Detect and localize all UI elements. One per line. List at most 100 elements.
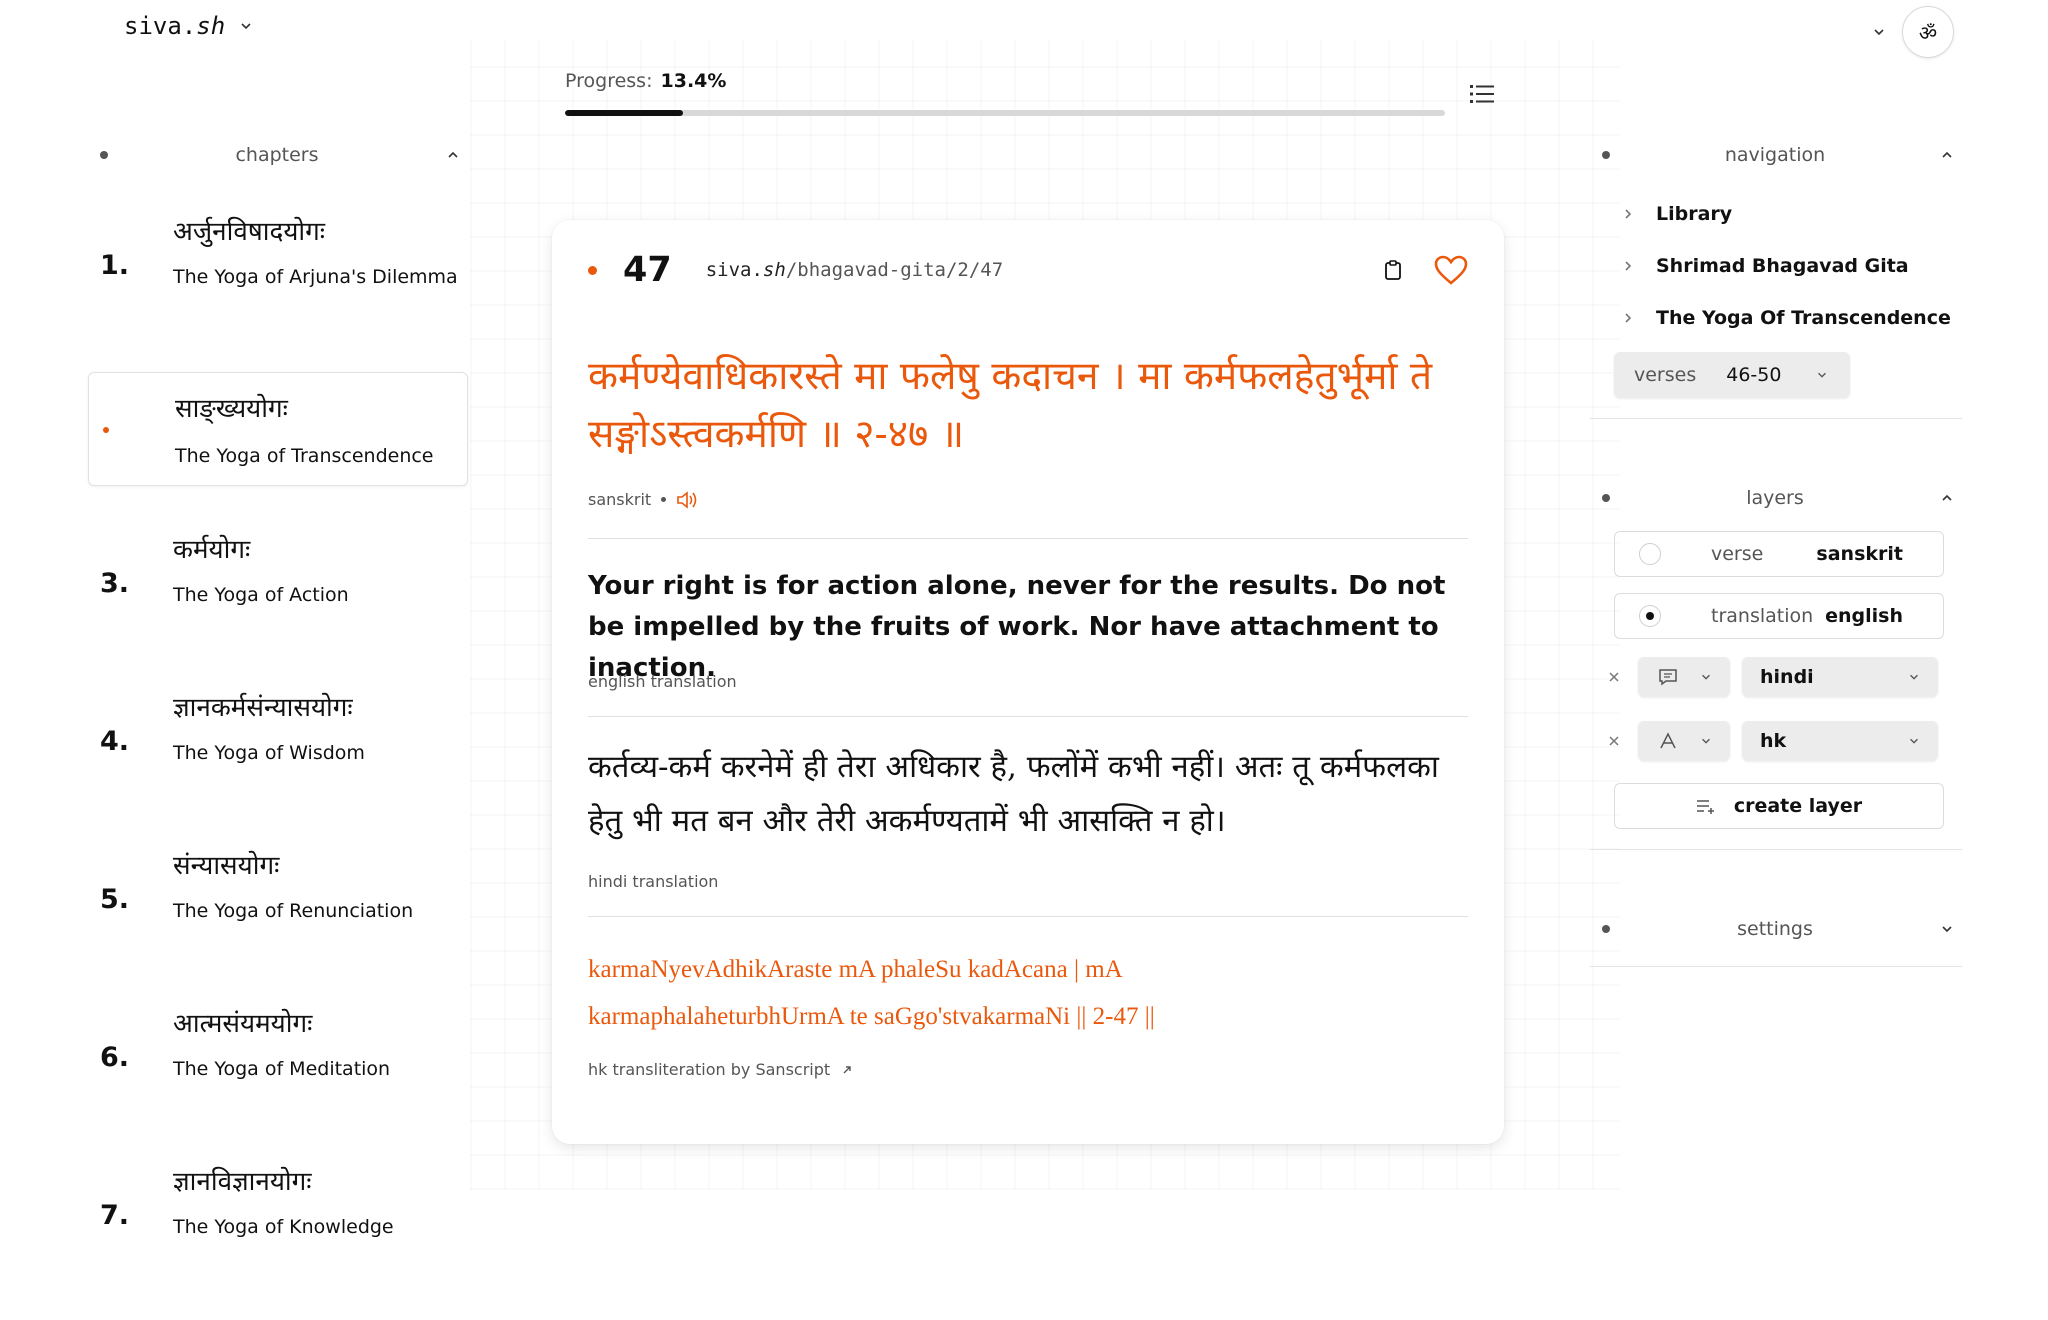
layer-script-select[interactable]: hk bbox=[1742, 721, 1938, 761]
layer-type-select[interactable] bbox=[1638, 721, 1730, 761]
chapter-item[interactable]: 5. संन्यासयोगः The Yoga of Renunciation bbox=[88, 846, 468, 1004]
progress-bar bbox=[565, 110, 1445, 116]
radio-button-selected[interactable] bbox=[1639, 605, 1661, 627]
section-dot-icon bbox=[1602, 494, 1610, 502]
chapter-sanskrit-title: अर्जुनविषादयोगः bbox=[173, 217, 326, 247]
chevron-down-icon bbox=[1702, 674, 1710, 680]
chapter-item[interactable]: 1. अर्जुनविषादयोगः The Yoga of Arjuna's … bbox=[88, 212, 468, 370]
heart-icon[interactable] bbox=[1434, 255, 1468, 285]
breadcrumb-item[interactable]: Library bbox=[1590, 188, 1962, 240]
speaker-icon[interactable] bbox=[676, 490, 698, 509]
chapter-item[interactable]: 6. आत्मसंयमयोगः The Yoga of Meditation bbox=[88, 1004, 468, 1162]
verse-url[interactable]: siva.sh/bhagavad-gita/2/47 bbox=[706, 259, 1003, 281]
divider bbox=[588, 716, 1468, 717]
chapter-number: 5. bbox=[100, 884, 130, 915]
chapter-sanskrit-title: ज्ञानकर्मसंन्यासयोगः bbox=[173, 693, 353, 723]
chapter-english-title: The Yoga of Action bbox=[173, 584, 349, 606]
divider bbox=[1590, 966, 1962, 967]
english-translation: Your right is for action alone, never fo… bbox=[588, 571, 1446, 683]
chapter-sanskrit-title: ज्ञानविज्ञानयोगः bbox=[173, 1167, 312, 1197]
brand-menu[interactable]: siva.sh bbox=[124, 12, 253, 40]
chapter-sanskrit-title: आत्मसंयमयोगः bbox=[173, 1009, 313, 1039]
breadcrumb-item[interactable]: The Yoga Of Transcendence bbox=[1590, 292, 1962, 344]
chevron-down-icon[interactable] bbox=[1872, 25, 1886, 39]
divider bbox=[588, 538, 1468, 539]
layers-section: layers verse sanskrit translation englis… bbox=[1590, 481, 1962, 850]
chevron-up-icon bbox=[1942, 151, 1952, 158]
navigation-header[interactable]: navigation bbox=[1590, 138, 1962, 172]
layer-row-verse[interactable]: verse sanskrit bbox=[1614, 531, 1944, 577]
chapter-item-active[interactable]: 2. साङ्ख्ययोगः The Yoga of Transcendence bbox=[88, 372, 468, 486]
chevron-right-icon bbox=[1625, 261, 1632, 271]
chapter-english-title: The Yoga of Arjuna's Dilemma bbox=[173, 266, 458, 288]
close-icon[interactable] bbox=[1602, 671, 1626, 683]
chapter-number: 1. bbox=[100, 250, 130, 281]
create-layer-button[interactable]: create layer bbox=[1614, 783, 1944, 829]
navigation-title: navigation bbox=[1724, 144, 1826, 166]
progress-bar-fill bbox=[565, 110, 683, 116]
active-dot-icon bbox=[103, 427, 109, 433]
sanskrit-caption: sanskrit bbox=[588, 490, 698, 509]
sanskrit-verse: कर्मण्येवाधिकारस्ते मा फलेषु कदाचन । मा … bbox=[588, 354, 1433, 457]
om-icon: ॐ bbox=[1918, 20, 1938, 45]
close-icon[interactable] bbox=[1602, 735, 1626, 747]
chapter-item[interactable]: 7. ज्ञानविज्ञानयोगः The Yoga of Knowledg… bbox=[88, 1162, 468, 1320]
layer-control-hk: hk bbox=[1590, 719, 1962, 763]
chapters-header[interactable]: chapters bbox=[88, 138, 468, 172]
layer-type-select[interactable] bbox=[1638, 657, 1730, 697]
settings-header[interactable]: settings bbox=[1590, 912, 1962, 946]
chevron-right-icon bbox=[1625, 313, 1632, 323]
chapter-number: 4. bbox=[100, 726, 130, 757]
divider bbox=[1590, 849, 1962, 850]
english-caption: english translation bbox=[588, 672, 737, 691]
chapter-english-title: The Yoga of Knowledge bbox=[173, 1216, 394, 1238]
settings-section: settings bbox=[1590, 912, 1962, 967]
verses-select[interactable]: verses 46-50 bbox=[1614, 352, 1850, 398]
chapter-sanskrit-title: संन्यासयोगः bbox=[173, 851, 280, 881]
section-dot-icon bbox=[1602, 151, 1610, 159]
chevron-right-icon bbox=[1625, 209, 1632, 219]
chevron-down-icon bbox=[1942, 926, 1952, 933]
chapters-title: chapters bbox=[235, 144, 319, 166]
clipboard-icon[interactable] bbox=[1384, 259, 1402, 281]
hk-transliteration: karmaNyevAdhikAraste mA phaleSu kadAcana… bbox=[588, 956, 1155, 1030]
divider bbox=[588, 916, 1468, 917]
layer-language-select[interactable]: hindi bbox=[1742, 657, 1938, 697]
breadcrumb-item[interactable]: Shrimad Bhagavad Gita bbox=[1590, 240, 1962, 292]
separator-dot-icon bbox=[661, 497, 667, 502]
progress-value: 13.4% bbox=[660, 70, 727, 92]
chapter-number: 7. bbox=[100, 1200, 130, 1231]
section-dot-icon bbox=[100, 151, 108, 159]
chevron-down-icon bbox=[1910, 674, 1918, 680]
om-button[interactable]: ॐ bbox=[1902, 6, 1954, 58]
chapter-english-title: The Yoga of Meditation bbox=[173, 1058, 391, 1080]
layers-header[interactable]: layers bbox=[1590, 481, 1962, 515]
top-right-controls: ॐ bbox=[1872, 6, 1954, 58]
verse-card: 47 siva.sh/bhagavad-gita/2/47 कर्मण्येवा… bbox=[552, 220, 1504, 1144]
chapter-english-title: The Yoga of Wisdom bbox=[173, 742, 365, 764]
hk-caption: hk transliteration by Sanscript bbox=[588, 1060, 852, 1079]
layer-row-translation[interactable]: translation english bbox=[1614, 593, 1944, 639]
navigation-section: navigation Library Shrimad Bhagavad Gita… bbox=[1590, 138, 1962, 419]
chapter-sanskrit-title: साङ्ख्ययोगः bbox=[175, 394, 288, 424]
list-icon[interactable] bbox=[1470, 84, 1494, 104]
progress-label: Progress: 13.4% bbox=[565, 70, 727, 92]
verse-card-header: 47 siva.sh/bhagavad-gita/2/47 bbox=[588, 250, 1468, 290]
chevron-down-icon bbox=[1910, 738, 1918, 744]
font-icon bbox=[1660, 732, 1676, 749]
radio-button[interactable] bbox=[1639, 543, 1661, 565]
hindi-translation: कर्तव्य-कर्म करनेमें ही तेरा अधिकार है, … bbox=[588, 749, 1439, 839]
chevron-up-icon bbox=[448, 151, 458, 158]
chapter-english-title: The Yoga of Renunciation bbox=[173, 900, 414, 922]
verse-number: 47 bbox=[623, 250, 672, 290]
layer-control-hindi: hindi bbox=[1590, 655, 1962, 699]
hindi-caption: hindi translation bbox=[588, 872, 719, 891]
chapter-item[interactable]: 4. ज्ञानकर्मसंन्यासयोगः The Yoga of Wisd… bbox=[88, 688, 468, 846]
external-link-icon[interactable] bbox=[842, 1065, 852, 1075]
chevron-down-icon bbox=[1702, 738, 1710, 744]
layers-title: layers bbox=[1746, 487, 1804, 509]
chapter-item[interactable]: 3. कर्मयोगः The Yoga of Action bbox=[88, 530, 468, 688]
settings-title: settings bbox=[1737, 918, 1813, 940]
section-dot-icon bbox=[1602, 925, 1610, 933]
chapter-sanskrit-title: कर्मयोगः bbox=[173, 535, 251, 565]
